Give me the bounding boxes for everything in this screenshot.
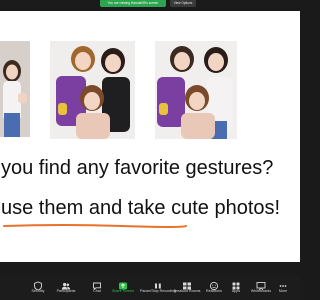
shield-icon xyxy=(33,278,43,291)
meeting-toolbar: Security Participants Chat Share Screen … xyxy=(0,276,300,300)
recording-icon xyxy=(153,278,163,289)
photo-girls-center xyxy=(50,41,135,139)
participants-icon xyxy=(61,278,71,290)
chat-icon xyxy=(92,278,102,291)
underline-stroke xyxy=(3,224,187,228)
screen-share-banner: You are viewing Hannah95's screen xyxy=(100,0,166,7)
share-screen-icon xyxy=(118,278,128,290)
more-icon xyxy=(278,278,288,289)
shared-slide: you find any favorite gestures? use them… xyxy=(0,11,300,262)
breakout-rooms-icon xyxy=(182,278,192,290)
participants-button[interactable]: Participants xyxy=(49,278,83,298)
whiteboard-icon xyxy=(256,278,266,291)
photo-girls-left xyxy=(0,41,30,137)
photo-girls-right xyxy=(155,41,237,139)
reactions-icon xyxy=(209,278,219,291)
share-screen-button[interactable]: Share Screen xyxy=(106,278,140,298)
meeting-top-bar: You are viewing Hannah95's screen View O… xyxy=(0,0,300,9)
more-button[interactable]: More xyxy=(266,278,300,298)
slide-invite-text: use them and take cute photos! xyxy=(1,197,281,219)
more-label: More xyxy=(278,289,288,293)
apps-icon xyxy=(231,278,241,290)
view-options-button[interactable]: View Options xyxy=(170,0,196,7)
slide-question-text: you find any favorite gestures? xyxy=(1,157,274,179)
